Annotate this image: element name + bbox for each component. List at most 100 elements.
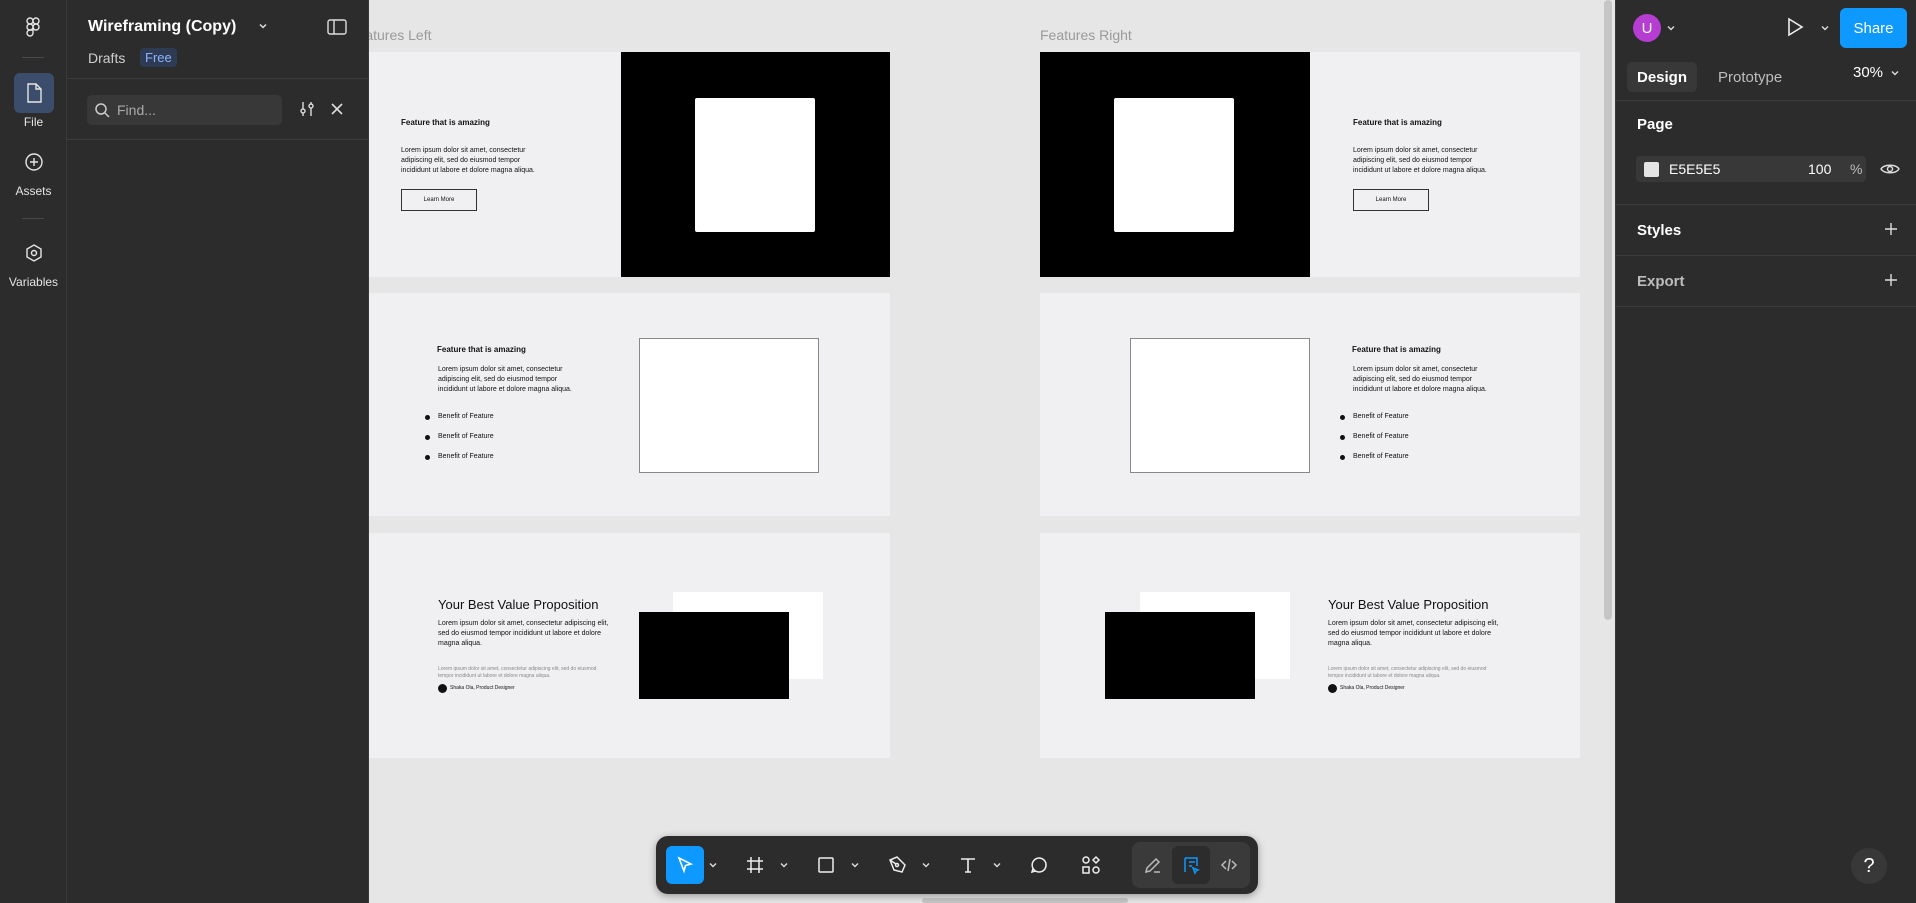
actions-button[interactable] xyxy=(1072,846,1110,884)
body-text: Lorem ipsum dolor sit amet, consectetur xyxy=(438,366,563,373)
author-name: Shaka Ola, Product Designer xyxy=(1340,685,1405,691)
search-box[interactable] xyxy=(87,95,282,125)
feature-section[interactable]: Feature that is amazing Lorem ipsum dolo… xyxy=(1040,52,1580,277)
body-text: magna aliqua. xyxy=(438,640,482,647)
feature-section[interactable]: Feature that is amazing Lorem ipsum dolo… xyxy=(369,52,890,277)
filter-settings-icon[interactable] xyxy=(298,100,316,118)
value-prop-section[interactable]: Your Best Value Proposition Lorem ipsum … xyxy=(369,533,890,758)
color-swatch[interactable] xyxy=(1644,162,1659,177)
author-avatar xyxy=(1328,684,1337,693)
body-text: incididunt ut labore et dolore magna ali… xyxy=(438,386,572,393)
image-placeholder xyxy=(695,98,815,232)
page-heading: Page xyxy=(1637,116,1673,133)
body-text: Lorem ipsum dolor sit amet, consectetur … xyxy=(438,620,609,627)
vertical-scrollbar[interactable] xyxy=(1604,0,1612,620)
body-text: Lorem ipsum dolor sit amet, consectetur xyxy=(1353,366,1478,373)
plus-icon[interactable] xyxy=(1883,221,1899,237)
dev-mode-button[interactable] xyxy=(1210,846,1248,884)
value-prop-section[interactable]: Your Best Value Proposition Lorem ipsum … xyxy=(1040,533,1580,758)
learn-more-button[interactable]: Learn More xyxy=(401,189,477,211)
body-text: Lorem ipsum dolor sit amet, consectetur xyxy=(1353,147,1478,154)
fill-opacity-value[interactable]: 100 xyxy=(1808,161,1831,177)
chevron-down-icon[interactable] xyxy=(1666,23,1676,33)
styles-heading: Styles xyxy=(1637,222,1682,239)
rail-assets-label: Assets xyxy=(15,184,52,198)
file-title[interactable]: Wireframing (Copy) xyxy=(88,18,236,36)
body-text: incididunt ut labore et dolore magna ali… xyxy=(1353,167,1487,174)
design-mode-button[interactable] xyxy=(1172,846,1210,884)
file-icon xyxy=(13,73,54,113)
rail-divider xyxy=(22,218,44,219)
chevron-down-icon[interactable] xyxy=(1890,68,1900,78)
frame-label-left[interactable]: Features Left xyxy=(369,27,432,43)
help-button[interactable]: ? xyxy=(1851,848,1887,884)
tab-design[interactable]: Design xyxy=(1627,62,1698,92)
body-text: adipiscing elit, sed do eiusmod tempor xyxy=(1353,376,1473,383)
text-tool-button[interactable] xyxy=(949,846,987,884)
body-text: incididunt ut labore et dolore magna ali… xyxy=(401,167,535,174)
image-placeholder xyxy=(1130,338,1310,473)
search-input[interactable] xyxy=(117,100,277,120)
learn-more-button[interactable]: Learn More xyxy=(1353,189,1429,211)
canvas[interactable]: Features Left Features Right Feature tha… xyxy=(369,0,1615,903)
figma-menu-icon[interactable] xyxy=(22,16,44,38)
play-icon[interactable] xyxy=(1783,16,1805,38)
plan-badge: Free xyxy=(140,48,177,67)
value-prop-heading: Your Best Value Proposition xyxy=(438,597,599,612)
chevron-down-icon[interactable] xyxy=(708,860,718,870)
bullet xyxy=(425,435,430,440)
fill-hex-value[interactable]: E5E5E5 xyxy=(1669,161,1720,177)
chevron-down-icon[interactable] xyxy=(992,860,1002,870)
panel-divider xyxy=(67,78,369,79)
chevron-down-icon[interactable] xyxy=(779,860,789,870)
feature-section[interactable]: Feature that is amazing Lorem ipsum dolo… xyxy=(369,293,890,516)
design-mode-icon xyxy=(1184,857,1200,875)
drafts-link[interactable]: Drafts xyxy=(88,50,125,66)
left-panel: Wireframing (Copy) Drafts Free xyxy=(67,0,369,903)
eye-icon[interactable] xyxy=(1880,160,1900,178)
chevron-down-icon[interactable] xyxy=(921,860,931,870)
benefit-item: Benefit of Feature xyxy=(1353,413,1409,420)
frame-label-right[interactable]: Features Right xyxy=(1040,27,1132,43)
panel-divider xyxy=(1616,204,1916,205)
zoom-level[interactable]: 30% xyxy=(1853,64,1883,81)
rail-variables[interactable]: Variables xyxy=(0,233,67,289)
chevron-down-icon[interactable] xyxy=(1820,23,1830,33)
benefit-item: Benefit of Feature xyxy=(1353,453,1409,460)
user-avatar[interactable]: U xyxy=(1633,14,1661,42)
bullet xyxy=(1340,415,1345,420)
panel-divider xyxy=(1616,100,1916,101)
feature-section[interactable]: Feature that is amazing Lorem ipsum dolo… xyxy=(1040,293,1580,516)
body-text: magna aliqua. xyxy=(1328,640,1372,647)
comment-tool-button[interactable] xyxy=(1020,846,1058,884)
rail-file[interactable]: File xyxy=(0,73,67,129)
search-icon xyxy=(95,103,110,118)
draw-mode-button[interactable] xyxy=(1134,846,1172,884)
body-text: Lorem ipsum dolor sit amet, consectetur … xyxy=(1328,620,1499,627)
horizontal-scrollbar[interactable] xyxy=(922,898,1128,903)
chevron-down-icon[interactable] xyxy=(850,860,860,870)
sidebar-toggle-icon[interactable] xyxy=(327,18,347,36)
plus-icon[interactable] xyxy=(1883,272,1899,288)
actions-icon xyxy=(1082,855,1101,874)
body-text: Lorem ipsum dolor sit amet, consectetur xyxy=(401,147,526,154)
shape-tool-button[interactable] xyxy=(807,846,845,884)
body-text: sed do eiusmod tempor incididunt ut labo… xyxy=(1328,630,1492,637)
move-tool-button[interactable] xyxy=(666,846,704,884)
rail-variables-label: Variables xyxy=(8,275,59,289)
percent-sign: % xyxy=(1850,161,1863,177)
chevron-down-icon[interactable] xyxy=(257,20,269,32)
value-prop-heading: Your Best Value Proposition xyxy=(1328,597,1489,612)
rail-divider xyxy=(22,57,44,58)
frame-tool-button[interactable] xyxy=(736,846,774,884)
close-icon[interactable] xyxy=(329,101,345,117)
author-avatar xyxy=(438,684,447,693)
pen-tool-button[interactable] xyxy=(878,846,916,884)
body-text: adipiscing elit, sed do eiusmod tempor xyxy=(1353,157,1473,164)
benefit-item: Benefit of Feature xyxy=(1353,433,1409,440)
rail-assets[interactable]: Assets xyxy=(0,142,67,198)
export-heading: Export xyxy=(1637,273,1685,290)
tab-prototype[interactable]: Prototype xyxy=(1708,62,1792,92)
share-button[interactable]: Share xyxy=(1840,8,1907,48)
page-fill-row[interactable]: E5E5E5 100 % xyxy=(1636,156,1866,182)
